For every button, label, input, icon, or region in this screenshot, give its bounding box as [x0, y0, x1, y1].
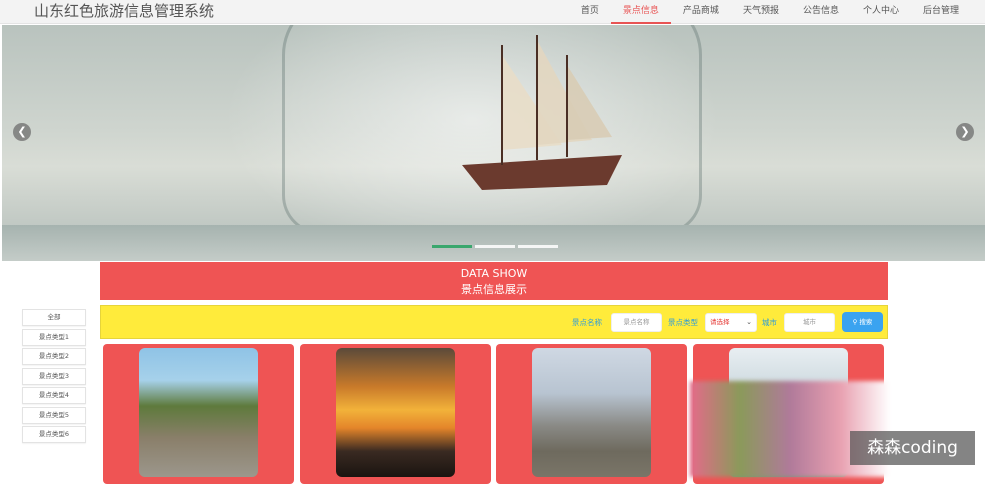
scenic-name-input[interactable]: 景点名称 — [611, 313, 662, 332]
great-wall-photo[interactable] — [139, 348, 258, 477]
city-label: 城市 — [762, 318, 777, 327]
banner-water — [2, 225, 985, 261]
category-type-6[interactable]: 景点类型6 — [22, 426, 86, 443]
chevron-left-icon: ❮ — [17, 125, 27, 138]
carousel-indicator-2[interactable] — [475, 245, 515, 248]
search-button[interactable]: ⚲ 搜索 — [842, 312, 883, 332]
category-type-4[interactable]: 景点类型4 — [22, 387, 86, 404]
scenic-type-select[interactable]: 请选择 ⌄ — [705, 313, 757, 332]
search-icon: ⚲ — [852, 318, 858, 326]
category-type-2[interactable]: 景点类型2 — [22, 348, 86, 365]
scenic-card[interactable] — [496, 344, 687, 484]
site-title: 山东红色旅游信息管理系统 — [34, 2, 215, 20]
nav-admin[interactable]: 后台管理 — [911, 0, 971, 24]
scenic-card[interactable] — [300, 344, 491, 484]
carousel-indicators — [432, 245, 558, 248]
carousel-prev-button[interactable]: ❮ — [13, 123, 31, 141]
section-header-title: 景点信息展示 — [461, 283, 527, 296]
search-button-label: 搜索 — [859, 318, 873, 326]
sailboat-sunset-photo[interactable] — [336, 348, 455, 477]
top-navbar: 山东红色旅游信息管理系统 首页 景点信息 产品商城 天气预报 公告信息 个人中心… — [0, 0, 985, 24]
nav-product-mall[interactable]: 产品商城 — [671, 0, 731, 24]
scenic-type-label: 景点类型 — [668, 318, 698, 327]
chevron-down-icon: ⌄ — [746, 318, 752, 326]
banner-carousel: ❮ ❯ — [2, 25, 985, 261]
category-sidebar: 全部 景点类型1 景点类型2 景点类型3 景点类型4 景点类型5 景点类型6 — [22, 309, 86, 446]
category-type-3[interactable]: 景点类型3 — [22, 367, 86, 385]
chevron-right-icon: ❯ — [960, 125, 970, 138]
carousel-indicator-1[interactable] — [432, 245, 472, 248]
carousel-next-button[interactable]: ❯ — [956, 123, 974, 141]
section-header: DATA SHOW 景点信息展示 — [100, 262, 888, 300]
city-input[interactable]: 城市 — [784, 313, 835, 332]
nav-scenic-info[interactable]: 景点信息 — [610, 0, 671, 24]
carousel-indicator-3[interactable] — [518, 245, 558, 248]
category-type-5[interactable]: 景点类型5 — [22, 406, 86, 424]
nav-personal-center[interactable]: 个人中心 — [851, 0, 911, 24]
watermark: 森森coding — [850, 431, 975, 465]
category-type-1[interactable]: 景点类型1 — [22, 328, 86, 346]
sailing-ship-image — [462, 35, 622, 190]
scenic-name-label: 景点名称 — [572, 318, 602, 327]
category-all[interactable]: 全部 — [22, 309, 86, 326]
monument-city-photo[interactable] — [532, 348, 651, 477]
nav-announcements[interactable]: 公告信息 — [791, 0, 851, 24]
scenic-card[interactable] — [103, 344, 294, 484]
nav-home[interactable]: 首页 — [569, 0, 611, 24]
main-nav: 首页 景点信息 产品商城 天气预报 公告信息 个人中心 后台管理 — [569, 0, 971, 24]
nav-weather[interactable]: 天气预报 — [731, 0, 791, 24]
scenic-type-selected: 请选择 — [710, 318, 730, 326]
search-bar: 景点名称 景点名称 景点类型 请选择 ⌄ 城市 城市 ⚲ 搜索 — [100, 305, 888, 339]
section-header-english: DATA SHOW — [460, 267, 528, 280]
